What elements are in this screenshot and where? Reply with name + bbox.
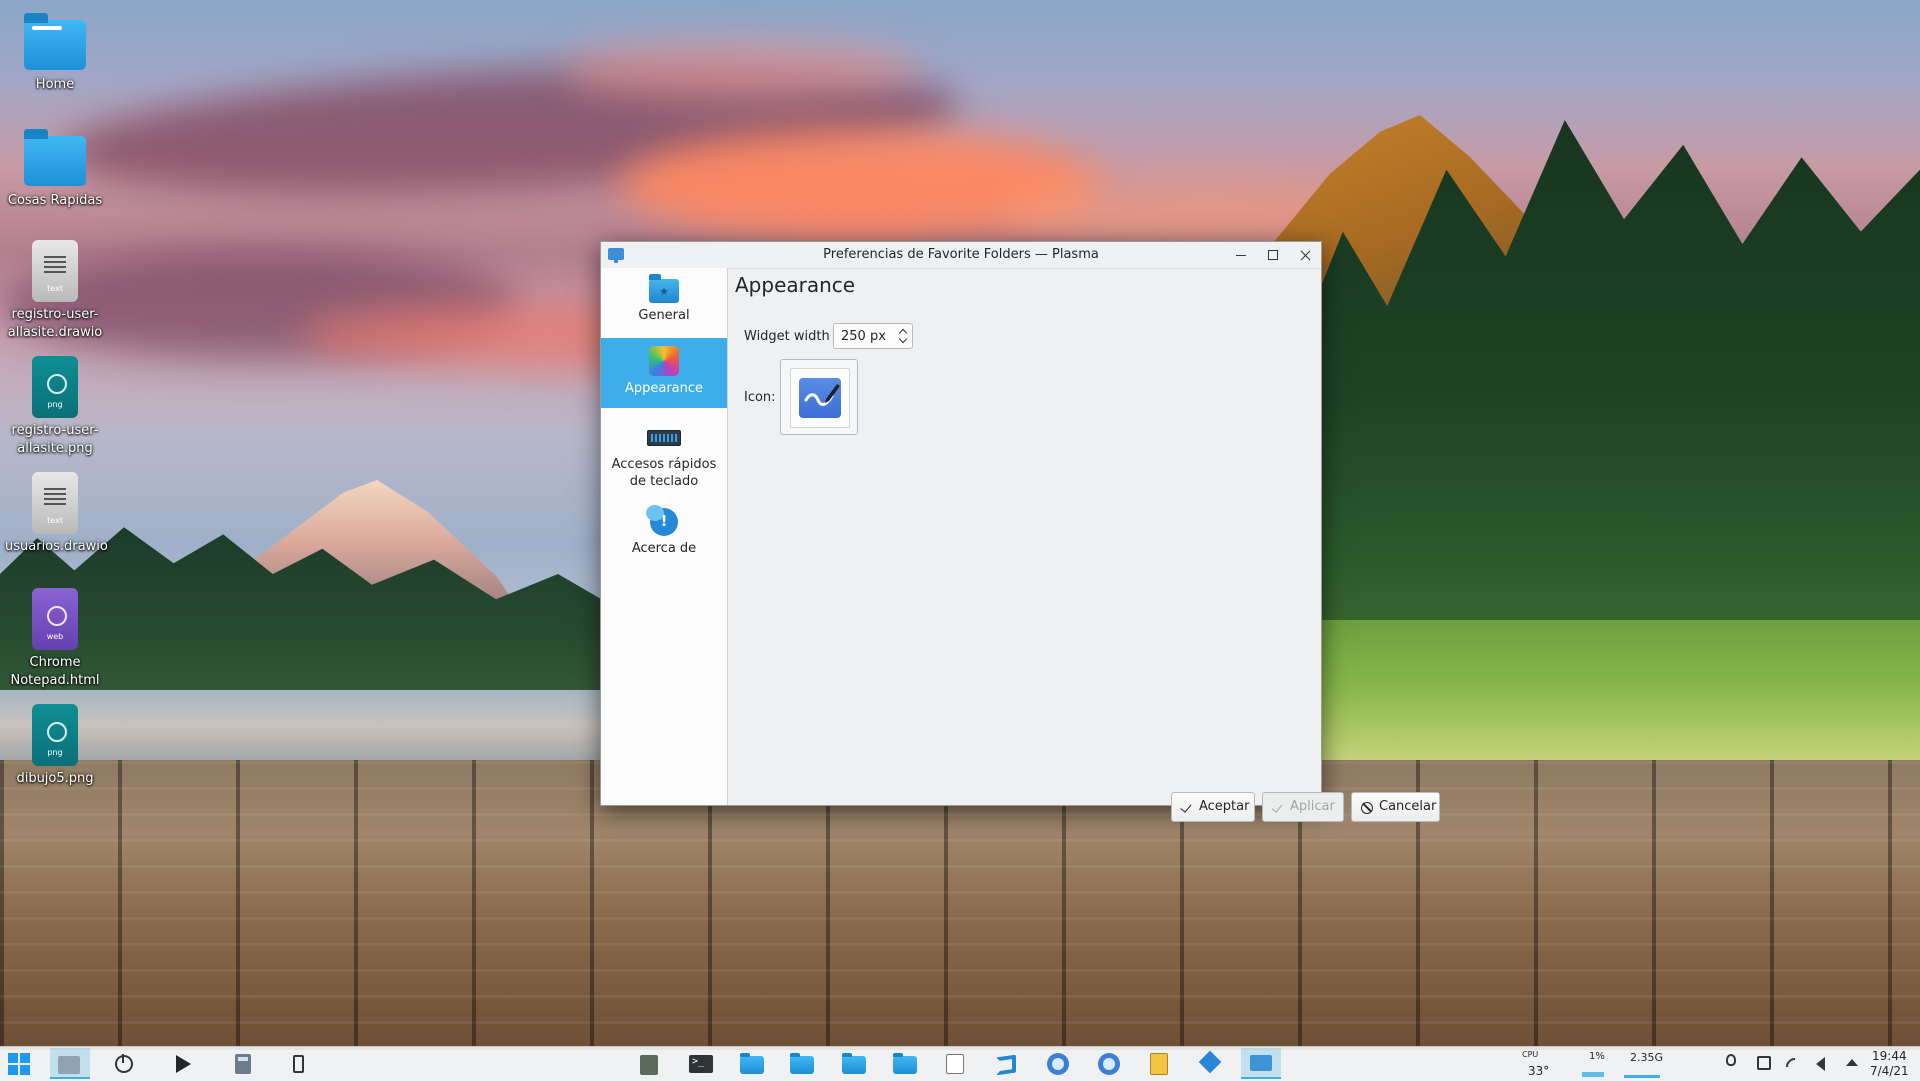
sidebar-item-label: Acerca de [631, 541, 697, 556]
pen-drawing-icon [799, 378, 841, 418]
taskbar: CPU 33° 1% 2.35G 19:44 7/4/21 [0, 1046, 1920, 1081]
notes-icon[interactable] [1150, 1053, 1168, 1075]
terminal-icon[interactable] [689, 1055, 713, 1073]
minimize-button[interactable] [1231, 245, 1251, 265]
folder-icon[interactable] [790, 1053, 814, 1074]
calendar-icon[interactable] [946, 1054, 964, 1074]
apply-button[interactable]: Aplicar [1262, 792, 1344, 822]
window-titlebar[interactable]: Preferencias de Favorite Folders — Plasm… [601, 242, 1321, 269]
about-info-icon [646, 505, 678, 536]
folder-icon[interactable] [740, 1053, 764, 1074]
network-icon[interactable] [1786, 1056, 1802, 1072]
checkmark-icon [1181, 801, 1195, 815]
calculator-icon[interactable] [235, 1054, 251, 1074]
cancel-button[interactable]: Cancelar [1351, 792, 1440, 822]
icon-preview-frame [790, 368, 850, 428]
checkmark-icon [1272, 801, 1286, 815]
diamond-app-icon[interactable] [1198, 1050, 1222, 1074]
browser-icon[interactable] [1047, 1053, 1069, 1075]
folder-icon [24, 126, 86, 188]
desktop-icon-label: registro-user-allasite.drawio [7, 307, 103, 340]
file-manager-icon[interactable] [640, 1055, 658, 1075]
wallpaper-cloud [560, 40, 920, 100]
image-file-icon: png [24, 356, 86, 418]
widget-width-input[interactable] [841, 328, 891, 344]
image-file-icon: png [24, 704, 86, 766]
window-title: Preferencias de Favorite Folders — Plasm… [823, 247, 1099, 262]
cpu-label: CPU [1522, 1050, 1539, 1059]
application-launcher-icon[interactable] [8, 1053, 30, 1075]
spin-down-icon[interactable] [898, 337, 908, 346]
icon-label: Icon: [744, 390, 776, 405]
clock-time[interactable]: 19:44 [1872, 1049, 1907, 1063]
sidebar-item-label: Accesos rápidos de teclado [611, 457, 717, 489]
vscode-icon[interactable] [994, 1053, 1018, 1077]
sidebar-item-label: Appearance [624, 381, 704, 396]
desktop-icon-cosas-rapidas[interactable]: Cosas Rapidas [5, 126, 105, 210]
folder-icon[interactable] [893, 1053, 917, 1074]
desktop-icon-dibujo5[interactable]: png dibujo5.png [5, 704, 105, 788]
settings-page: Appearance Widget width Icon: Aceptar [728, 268, 1440, 822]
accept-button[interactable]: Aceptar [1171, 792, 1255, 822]
text-file-icon: text [24, 240, 86, 302]
memory-bar[interactable] [1624, 1075, 1660, 1078]
lightbulb-icon[interactable] [1726, 1054, 1736, 1066]
maximize-button[interactable] [1263, 245, 1283, 265]
clock-date[interactable]: 7/4/21 [1870, 1064, 1909, 1078]
sidebar-item-appearance[interactable]: Appearance [601, 338, 727, 408]
desktop-pager-icon[interactable] [58, 1056, 80, 1074]
desktop-icon-label: Chrome Notepad.html [10, 655, 100, 688]
cpu-temperature[interactable]: 33° [1528, 1064, 1549, 1078]
desktop-icon-registro-drawio[interactable]: text registro-user-allasite.drawio [5, 240, 105, 342]
desktop-icon-label: Cosas Rapidas [7, 193, 103, 208]
expand-tray-icon[interactable] [1846, 1059, 1858, 1066]
desktop-icon-label: usuarios.drawio [5, 539, 108, 554]
power-icon[interactable] [115, 1054, 133, 1073]
cpu-usage[interactable]: 1% [1589, 1051, 1605, 1062]
sidebar-item-label: General [638, 308, 690, 323]
desktop-icon-label: registro-user-allasite.png [11, 423, 99, 456]
close-button[interactable] [1295, 245, 1315, 265]
phone-icon[interactable] [293, 1055, 304, 1073]
folder-star-icon [649, 274, 679, 303]
desktop-icon-chrome-notepad[interactable]: web Chrome Notepad.html [5, 588, 105, 690]
media-play-icon[interactable] [176, 1055, 191, 1073]
sidebar-item-about[interactable]: Acerca de [601, 502, 727, 568]
page-title: Appearance [735, 273, 856, 297]
widget-width-spinbox[interactable] [833, 323, 913, 349]
wallpaper-meadow [1320, 620, 1920, 760]
sidebar-item-keyboard-shortcuts[interactable]: Accesos rápidos de teclado [601, 414, 727, 498]
sidebar-item-general[interactable]: General [601, 268, 727, 338]
widget-width-label: Widget width [744, 329, 830, 344]
folder-icon[interactable] [842, 1053, 866, 1074]
monitor-icon[interactable] [1250, 1055, 1272, 1071]
volume-icon[interactable] [1816, 1057, 1825, 1071]
settings-sidebar: General Appearance Accesos rápidos de te… [601, 268, 728, 805]
desktop-icon-registro-png[interactable]: png registro-user-allasite.png [5, 356, 105, 458]
folder-icon [24, 10, 86, 72]
text-file-icon: text [24, 472, 86, 534]
cpu-graph[interactable] [1582, 1065, 1604, 1077]
desktop-icon-home[interactable]: Home [5, 10, 105, 94]
icon-picker-button[interactable] [780, 359, 858, 435]
desktop-icon-label: Home [35, 77, 75, 92]
keyboard-icon [647, 430, 681, 446]
cancel-circle-icon [1361, 802, 1373, 814]
memory-usage[interactable]: 2.35G [1630, 1051, 1663, 1064]
color-palette-icon [649, 346, 679, 376]
settings-dialog: Preferencias de Favorite Folders — Plasm… [600, 241, 1440, 822]
browser-icon[interactable] [1098, 1053, 1120, 1075]
desktop-icon-usuarios-drawio[interactable]: text usuarios.drawio [5, 472, 108, 556]
desktop-icon-label: dibujo5.png [16, 771, 94, 786]
web-file-icon: web [24, 588, 86, 650]
notes-tray-icon[interactable] [1757, 1056, 1771, 1070]
